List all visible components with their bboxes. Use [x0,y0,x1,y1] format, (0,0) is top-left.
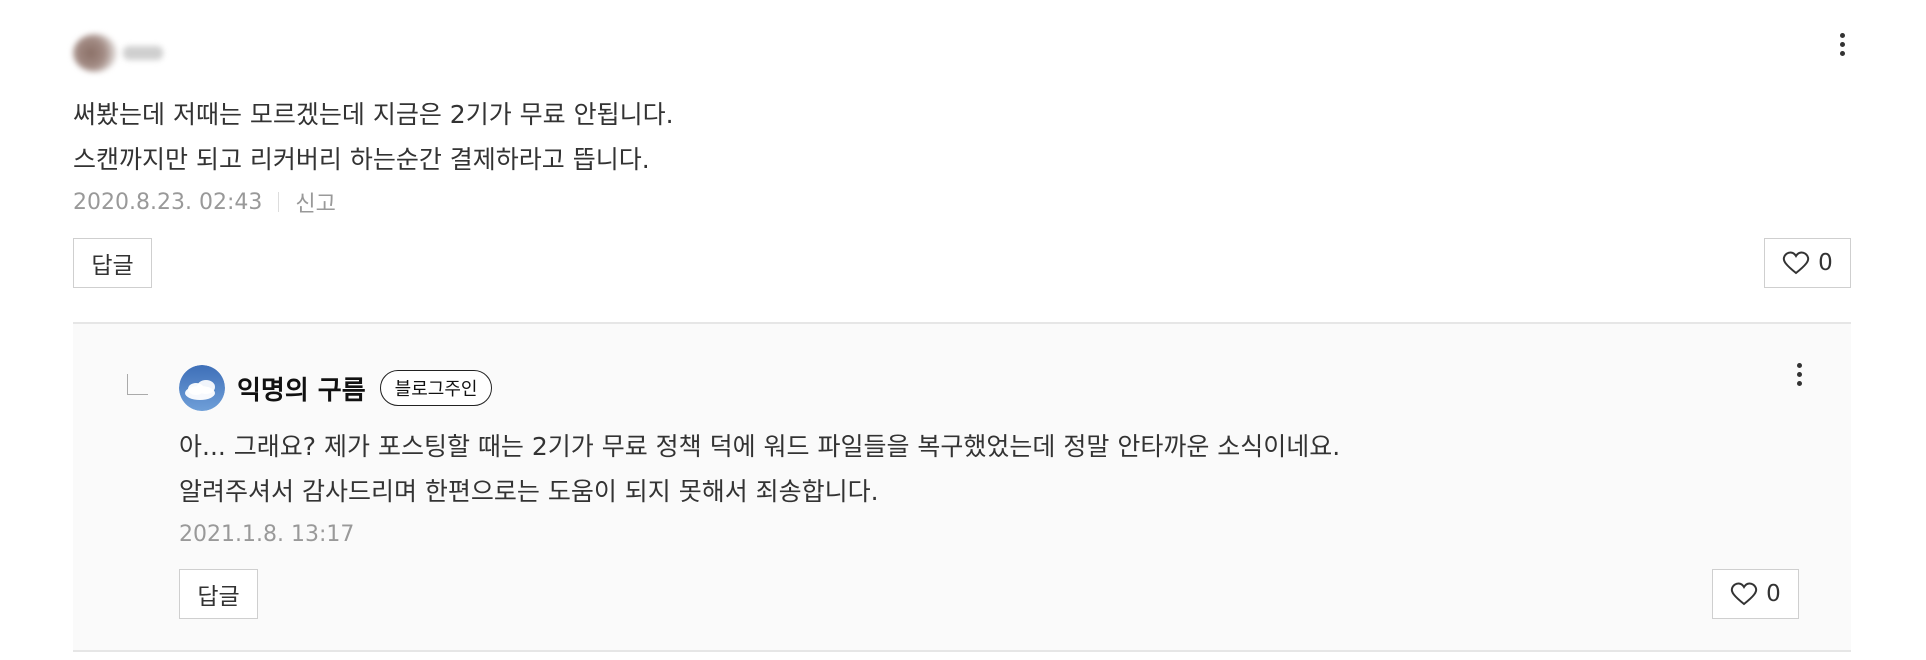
comment-more-button[interactable] [1830,26,1854,62]
blurred-author-name [123,46,163,60]
more-vertical-icon [1839,32,1845,38]
heart-outline-icon [1782,251,1810,275]
comment: 써봤는데 저때는 모르겠는데 지금은 2기가 무료 안됩니다. 스캔까지만 되고… [73,0,1851,320]
comment-date: 2020.8.23. 02:43 [73,189,263,215]
like-count: 0 [1766,581,1781,607]
comment-text-line-2: 스캔까지만 되고 리커버리 하는순간 결제하라고 뜹니다. [73,145,650,174]
blurred-avatar [73,34,117,72]
heart-outline-icon [1730,582,1758,606]
reply-more-button[interactable] [1787,356,1811,392]
reply-corner-icon [127,374,148,395]
report-link[interactable]: 신고 [295,186,335,218]
comment-like-button[interactable]: 0 [1764,238,1851,288]
reply-author-name[interactable]: 익명의 구름 [237,370,366,407]
reply-meta: 2021.1.8. 13:17 [179,518,354,550]
comment-meta: 2020.8.23. 02:43 신고 [73,186,336,218]
like-count: 0 [1818,250,1833,276]
comment-author [73,34,163,72]
reply-reply-button[interactable]: 답글 [179,569,258,619]
reply-comment: 익명의 구름 블로그주인 아... 그래요? 제가 포스팅할 때는 2기가 무료… [73,322,1851,652]
blog-owner-badge: 블로그주인 [379,370,493,406]
reply-date: 2021.1.8. 13:17 [179,521,355,547]
reply-author-row: 익명의 구름 블로그주인 [237,366,493,410]
comment-reply-button[interactable]: 답글 [73,238,152,288]
reply-like-button[interactable]: 0 [1712,569,1799,619]
comment-text-line-1: 써봤는데 저때는 모르겠는데 지금은 2기가 무료 안됩니다. [73,100,674,129]
cloud-avatar[interactable] [179,365,225,411]
meta-divider [278,192,280,212]
reply-text-line-1: 아... 그래요? 제가 포스팅할 때는 2기가 무료 정책 덕에 워드 파일들… [179,432,1341,461]
more-vertical-icon [1796,362,1802,368]
reply-text-line-2: 알려주셔서 감사드리며 한편으로는 도움이 되지 못해서 죄송합니다. [179,477,879,506]
